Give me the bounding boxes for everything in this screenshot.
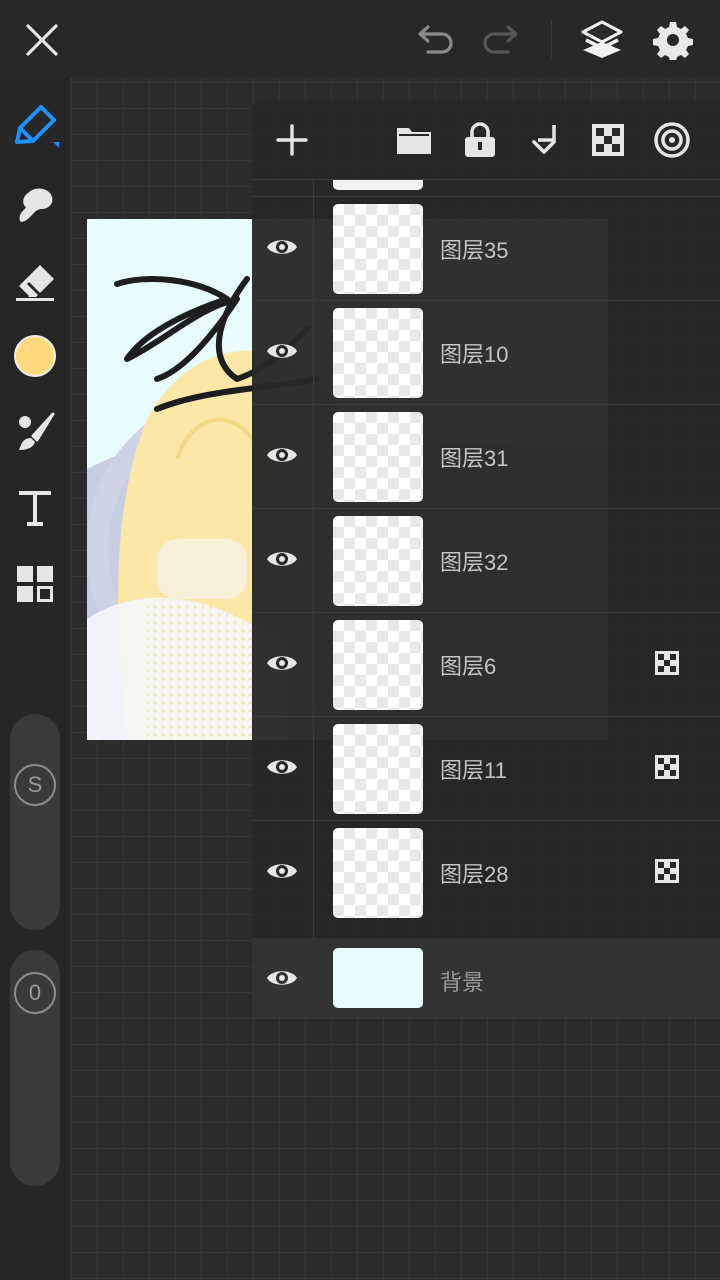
settings-icon[interactable] (647, 14, 699, 66)
layer-name: 图层6 (440, 654, 497, 679)
color-swatch[interactable] (9, 330, 61, 382)
folder-icon[interactable] (390, 116, 438, 164)
grid-menu-icon[interactable] (9, 558, 61, 610)
layer-list[interactable]: 图层35 图层10 图层31 图层32 图层6 图层11 图层28 背景 (252, 180, 720, 1018)
layer-thumbnail (333, 412, 423, 502)
add-icon[interactable] (268, 116, 316, 164)
eye-icon[interactable] (264, 749, 300, 785)
layer-name: 背景 (440, 970, 485, 995)
layer-thumbnail (333, 308, 423, 398)
lock-icon[interactable] (456, 116, 504, 164)
left-toolbar: S 0 (0, 78, 70, 1280)
redo-icon[interactable] (474, 14, 526, 66)
target-icon[interactable] (648, 116, 696, 164)
pen-icon[interactable] (9, 100, 61, 152)
layer-name: 图层32 (440, 550, 509, 575)
brush-icon[interactable] (9, 406, 61, 458)
layer-row[interactable]: 图层10 (252, 300, 720, 404)
eraser-icon[interactable] (9, 256, 61, 308)
text-icon[interactable] (9, 482, 61, 534)
undo-icon[interactable] (410, 14, 462, 66)
close-icon[interactable] (16, 14, 68, 66)
layer-thumbnail (333, 828, 423, 918)
layer-row[interactable]: 图层35 (252, 196, 720, 300)
layer-name: 图层10 (440, 342, 509, 367)
layer-thumbnail (333, 724, 423, 814)
layer-name: 图层31 (440, 446, 509, 471)
layer-row[interactable]: 图层32 (252, 508, 720, 612)
eye-icon[interactable] (264, 229, 300, 265)
eye-icon[interactable] (264, 853, 300, 889)
layer-name: 图层28 (440, 862, 509, 887)
checker-icon[interactable] (654, 754, 684, 784)
eye-icon[interactable] (264, 645, 300, 681)
brush-size-slider[interactable]: S (10, 714, 60, 930)
partial-layer-thumbnail (333, 180, 423, 190)
layer-row[interactable]: 图层28 (252, 820, 720, 924)
background-layer-row[interactable]: 背景 (252, 938, 720, 1018)
layers-panel: 图层35 图层10 图层31 图层32 图层6 图层11 图层28 背景 (252, 100, 720, 1018)
checker-icon[interactable] (654, 858, 684, 888)
eye-icon[interactable] (264, 541, 300, 577)
panel-pointer (590, 86, 616, 100)
checker-icon[interactable] (654, 650, 684, 680)
smudge-icon[interactable] (9, 178, 61, 230)
eye-icon[interactable] (264, 960, 300, 996)
eye-icon[interactable] (264, 333, 300, 369)
layer-row[interactable]: 图层6 (252, 612, 720, 716)
opacity-slider-knob[interactable]: 0 (14, 972, 56, 1014)
size-slider-knob[interactable]: S (14, 764, 56, 806)
background-thumbnail (333, 948, 423, 1008)
merge-down-icon[interactable] (520, 116, 568, 164)
layer-thumbnail (333, 620, 423, 710)
layers-icon[interactable] (576, 14, 628, 66)
layer-row[interactable]: 图层11 (252, 716, 720, 820)
layer-name: 图层11 (440, 758, 507, 783)
layer-name: 图层35 (440, 238, 509, 263)
top-bar (0, 0, 720, 78)
layer-thumbnail (333, 204, 423, 294)
layers-toolbar (252, 100, 720, 180)
opacity-slider[interactable]: 0 (10, 950, 60, 1186)
layer-row[interactable]: 图层31 (252, 404, 720, 508)
toolbar-divider (551, 20, 552, 58)
eye-icon[interactable] (264, 437, 300, 473)
checker-icon[interactable] (584, 116, 632, 164)
layer-thumbnail (333, 516, 423, 606)
